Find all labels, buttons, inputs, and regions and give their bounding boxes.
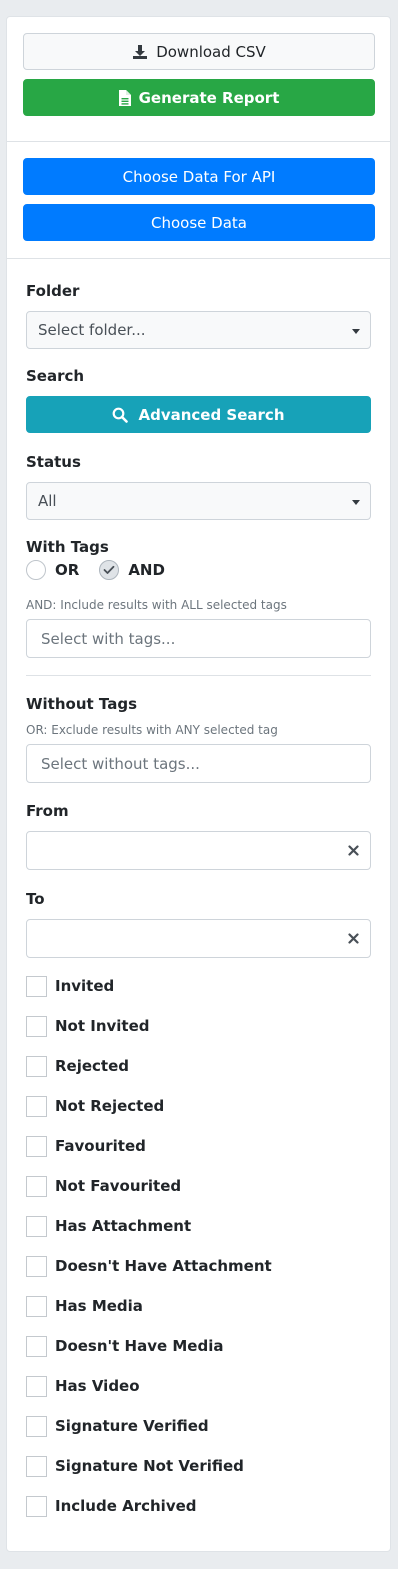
filter-checkbox[interactable] [26, 1415, 47, 1437]
clear-icon[interactable] [346, 843, 360, 857]
with-tags-or-label: OR [55, 561, 80, 579]
filter-checkbox[interactable] [26, 1375, 47, 1397]
section-divider [7, 141, 390, 142]
filter-checkbox[interactable] [26, 1055, 47, 1077]
folder-select-value: Select folder... [38, 321, 146, 339]
tags-divider [26, 675, 371, 676]
download-csv-button[interactable]: Download CSV [23, 33, 375, 70]
filter-checkbox[interactable] [26, 1215, 47, 1237]
filter-checkbox-label: Rejected [55, 1057, 130, 1075]
choose-data-label: Choose Data [151, 213, 247, 232]
filter-checkbox-row[interactable]: Doesn't Have Attachment [26, 1254, 272, 1278]
filter-checkbox-label: Has Media [55, 1297, 143, 1315]
filter-checkbox-row[interactable]: Favourited [26, 1134, 146, 1158]
download-icon [132, 44, 148, 60]
filter-checkbox-label: Not Invited [55, 1017, 150, 1035]
filter-checkbox[interactable] [26, 1175, 47, 1197]
with-tags-and-label: AND [128, 561, 165, 579]
caret-down-icon [352, 329, 360, 334]
from-label: From [26, 802, 69, 820]
filter-checkbox-label: Signature Verified [55, 1417, 209, 1435]
caret-down-icon [352, 500, 360, 505]
filter-checkbox-row[interactable]: Not Invited [26, 1014, 150, 1038]
filter-checkbox-row[interactable]: Include Archived [26, 1494, 197, 1518]
filter-checkbox-label: Has Attachment [55, 1217, 192, 1235]
to-date-input[interactable] [26, 919, 371, 958]
filter-checkbox-label: Doesn't Have Attachment [55, 1257, 272, 1275]
filter-checkbox-label: Not Rejected [55, 1097, 165, 1115]
choose-data-api-button[interactable]: Choose Data For API [23, 158, 375, 195]
filter-checkbox[interactable] [26, 1495, 47, 1517]
filter-checkbox-row[interactable]: Signature Verified [26, 1414, 209, 1438]
without-tags-input[interactable]: Select without tags... [26, 744, 371, 783]
advanced-search-label: Advanced Search [138, 405, 285, 424]
filter-checkbox-row[interactable]: Doesn't Have Media [26, 1334, 223, 1358]
status-select[interactable]: All [26, 482, 371, 520]
to-label: To [26, 890, 45, 908]
with-tags-placeholder: Select with tags... [41, 629, 176, 648]
folder-label: Folder [26, 282, 80, 300]
search-icon [112, 407, 129, 423]
filter-checkbox-label: Invited [55, 977, 115, 995]
without-tags-placeholder: Select without tags... [41, 754, 200, 773]
filter-checkbox[interactable] [26, 1295, 47, 1317]
filter-checkbox[interactable] [26, 1455, 47, 1477]
filter-checkbox-label: Include Archived [55, 1497, 197, 1515]
clear-icon[interactable] [346, 931, 360, 945]
filter-checkbox[interactable] [26, 1095, 47, 1117]
with-tags-mode: OR AND [26, 558, 185, 582]
status-label: Status [26, 453, 81, 471]
from-date-input[interactable] [26, 831, 371, 870]
folder-select[interactable]: Select folder... [26, 311, 371, 349]
with-tags-help: AND: Include results with ALL selected t… [26, 598, 287, 612]
filter-checkbox[interactable] [26, 1255, 47, 1277]
filter-checkbox[interactable] [26, 1335, 47, 1357]
filter-checkbox-row[interactable]: Signature Not Verified [26, 1454, 244, 1478]
generate-report-label: Generate Report [138, 88, 280, 107]
choose-data-api-label: Choose Data For API [122, 167, 276, 186]
with-tags-or-radio[interactable] [26, 560, 46, 580]
filter-checkbox-label: Favourited [55, 1137, 146, 1155]
filter-checkbox-label: Signature Not Verified [55, 1457, 244, 1475]
without-tags-label: Without Tags [26, 695, 137, 713]
filter-checkbox[interactable] [26, 1135, 47, 1157]
with-tags-label: With Tags [26, 538, 109, 556]
without-tags-help: OR: Exclude results with ANY selected ta… [26, 723, 278, 737]
filter-checkbox-label: Has Video [55, 1377, 140, 1395]
search-label: Search [26, 367, 85, 385]
filter-checkbox[interactable] [26, 1015, 47, 1037]
status-select-value: All [38, 492, 57, 510]
check-icon [103, 565, 115, 574]
choose-data-button[interactable]: Choose Data [23, 204, 375, 241]
filter-checkbox-row[interactable]: Has Media [26, 1294, 143, 1318]
filter-checkbox-row[interactable]: Invited [26, 974, 114, 998]
generate-report-button[interactable]: Generate Report [23, 79, 375, 116]
filter-checkbox-row[interactable]: Has Video [26, 1374, 140, 1398]
with-tags-input[interactable]: Select with tags... [26, 619, 371, 658]
filter-checkbox[interactable] [26, 975, 47, 997]
filter-panel: Download CSV Generate Report Choose Data… [6, 16, 391, 1552]
filter-checkbox-row[interactable]: Not Favourited [26, 1174, 181, 1198]
filter-checkbox-row[interactable]: Not Rejected [26, 1094, 164, 1118]
filter-checkbox-row[interactable]: Has Attachment [26, 1214, 191, 1238]
file-icon [118, 89, 131, 106]
filter-checkbox-label: Doesn't Have Media [55, 1337, 224, 1355]
download-csv-label: Download CSV [156, 42, 266, 61]
advanced-search-button[interactable]: Advanced Search [26, 396, 371, 433]
filter-checkbox-label: Not Favourited [55, 1177, 182, 1195]
with-tags-and-radio[interactable] [99, 560, 120, 580]
section-divider [7, 258, 390, 259]
filter-checkbox-row[interactable]: Rejected [26, 1054, 129, 1078]
